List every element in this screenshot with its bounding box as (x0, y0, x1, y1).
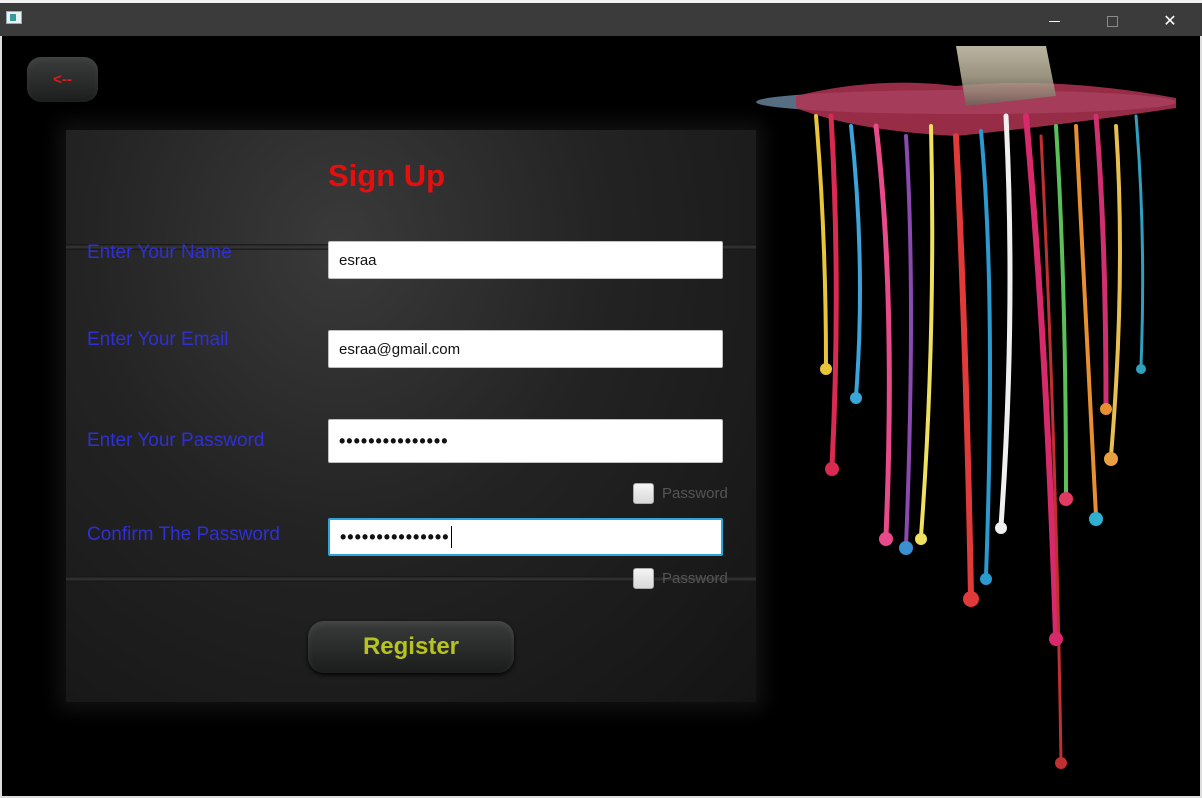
app-icon (6, 11, 22, 24)
show-password-checkbox[interactable] (633, 483, 654, 504)
maximize-button[interactable] (1083, 6, 1141, 36)
show-confirm-password-toggle[interactable]: Password (633, 568, 728, 589)
confirm-password-label: Confirm The Password (87, 524, 280, 545)
text-caret (450, 526, 452, 548)
name-label: Enter Your Name (87, 242, 232, 263)
window-titlebar: ✕ (0, 0, 1202, 36)
show-password-toggle[interactable]: Password (633, 483, 728, 504)
back-button[interactable]: <-- (27, 57, 98, 102)
signup-panel (66, 130, 756, 702)
confirm-password-field[interactable]: ••••••••••••••• (328, 518, 723, 556)
minimize-icon (1048, 20, 1060, 22)
password-label: Enter Your Password (87, 430, 265, 451)
email-field-value: esraa@gmail.com (339, 340, 461, 358)
name-field[interactable]: esraa (328, 241, 723, 279)
close-button[interactable]: ✕ (1141, 6, 1199, 36)
show-confirm-password-label: Password (662, 570, 728, 587)
name-field-value: esraa (339, 251, 377, 269)
confirm-password-field-value: ••••••••••••••• (340, 526, 450, 547)
register-button[interactable]: Register (308, 621, 514, 673)
minimize-button[interactable] (1025, 6, 1083, 36)
show-confirm-password-checkbox[interactable] (633, 568, 654, 589)
paint-splash-image (756, 46, 1176, 769)
email-label: Enter Your Email (87, 329, 229, 350)
email-field[interactable]: esraa@gmail.com (328, 330, 723, 368)
page-title: Sign Up (328, 158, 446, 193)
window-border-left (0, 36, 2, 798)
show-password-label: Password (662, 485, 728, 502)
password-field-value: ••••••••••••••• (339, 430, 449, 451)
password-field[interactable]: ••••••••••••••• (328, 419, 723, 463)
maximize-icon (1106, 15, 1118, 27)
